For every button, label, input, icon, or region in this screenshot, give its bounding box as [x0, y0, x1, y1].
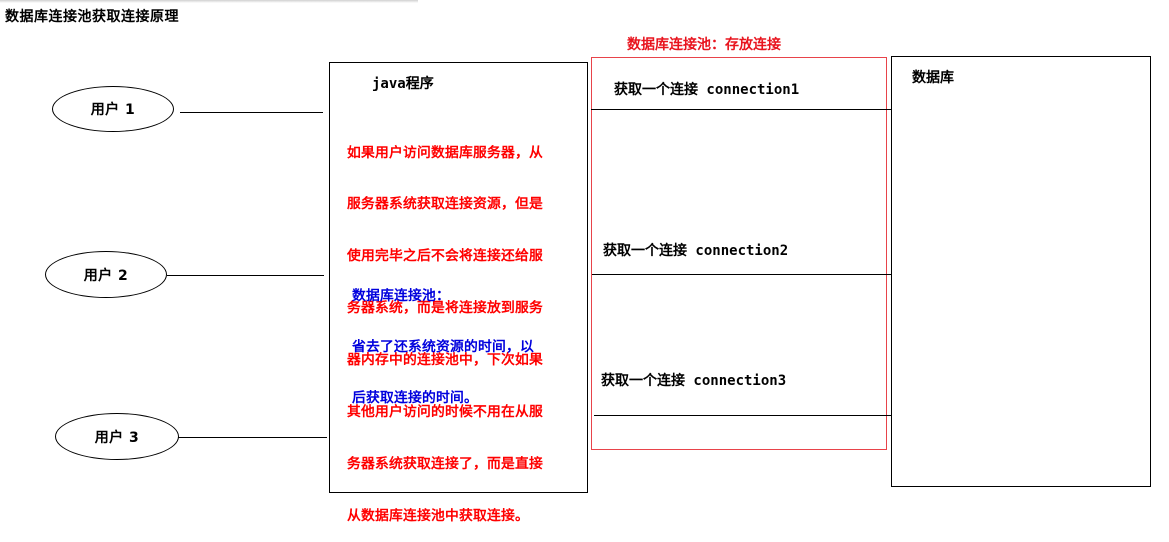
connection-3-line: [594, 415, 895, 416]
red-note-line: 务器系统获取连接了，而是直接: [347, 455, 543, 472]
title-shadow: [0, 0, 418, 3]
user-2-line: [167, 275, 324, 276]
user-1-label: 用户 1: [90, 102, 136, 118]
java-program-label: java程序: [372, 76, 434, 92]
user-2-ellipse: 用户 2: [45, 251, 167, 298]
connection-1-line: [591, 109, 892, 110]
connection-3-label: 获取一个连接 connection3: [601, 373, 787, 389]
user-3-ellipse: 用户 3: [55, 413, 179, 460]
blue-note: 数据库连接池： 省去了还系统资源的时间，以 后获取连接的时间。: [352, 254, 534, 424]
database-box: [891, 56, 1151, 487]
red-note-line: 服务器系统获取连接资源，但是: [347, 196, 543, 213]
user-3-line: [178, 437, 327, 438]
red-note-line: 如果用户访问数据库服务器，从: [347, 144, 543, 161]
connection-2-label: 获取一个连接 connection2: [603, 243, 789, 259]
user-2-label: 用户 2: [83, 267, 129, 284]
connection-1-label: 获取一个连接 connection1: [614, 82, 800, 98]
page-title: 数据库连接池获取连接原理: [5, 9, 179, 25]
blue-note-line: 后获取连接的时间。: [352, 390, 478, 406]
user-1-line: [180, 112, 323, 113]
blue-note-line: 省去了还系统资源的时间，以: [352, 339, 534, 355]
red-note-line: 从数据库连接池中获取连接。: [347, 507, 529, 524]
blue-note-line: 数据库连接池：: [352, 288, 450, 304]
connection-2-line: [592, 274, 893, 275]
user-3-label: 用户 3: [94, 429, 140, 446]
database-label: 数据库: [912, 70, 954, 86]
pool-title: 数据库连接池：存放连接: [627, 37, 781, 53]
user-1-ellipse: 用户 1: [52, 86, 174, 132]
